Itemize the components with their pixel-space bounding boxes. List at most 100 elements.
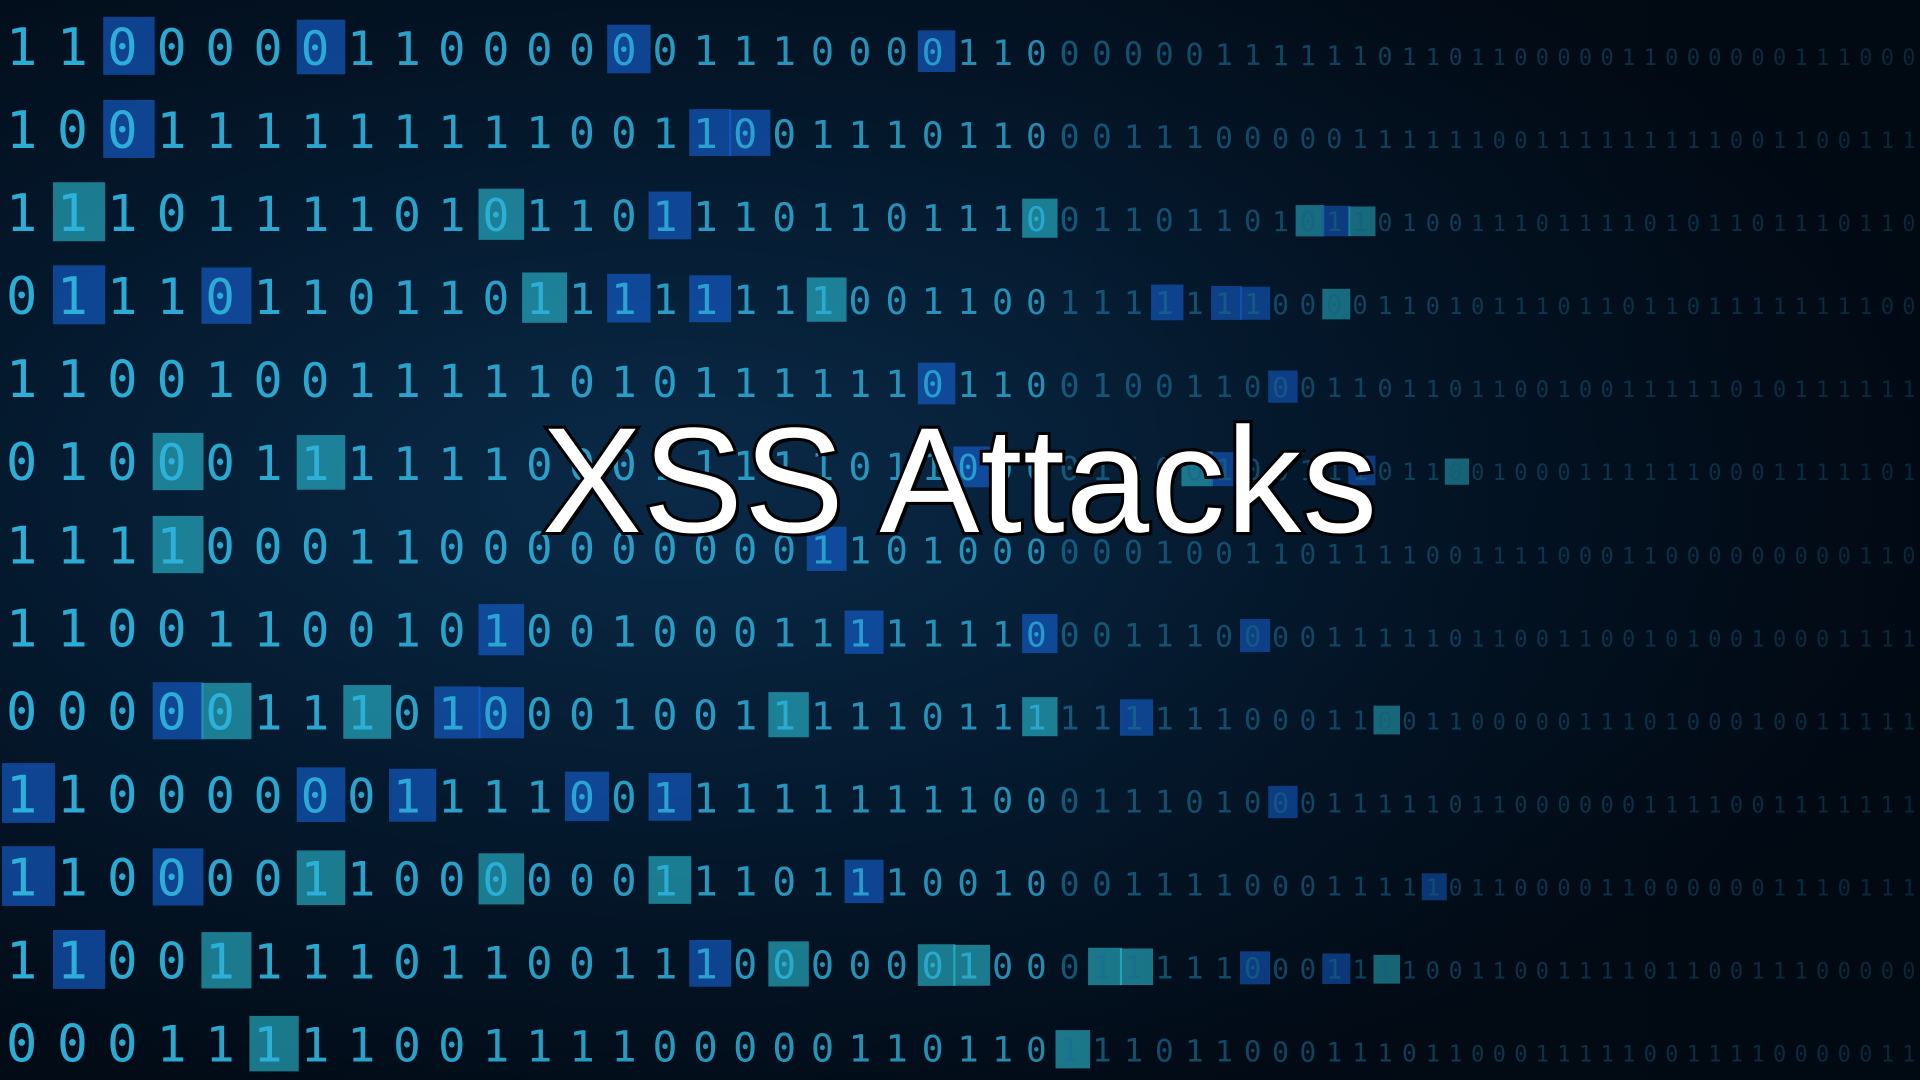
binary-digit: 0	[1730, 877, 1743, 902]
binary-digit: 0	[1600, 46, 1613, 71]
binary-digit: 1	[1026, 698, 1046, 738]
binary-digit: 1	[1326, 41, 1342, 72]
binary-digit: 0	[483, 856, 510, 907]
binary-digit: 0	[957, 864, 978, 905]
binary-digit: 1	[1402, 42, 1417, 71]
binary-digit: 1	[811, 196, 834, 241]
binary-digit: 1	[653, 275, 678, 324]
binary-digit: 1	[1751, 710, 1764, 735]
binary-digit: 1	[1902, 1043, 1915, 1068]
binary-digit: 1	[1751, 1043, 1764, 1068]
binary-digit: 0	[347, 272, 375, 326]
binary-digit: 1	[1665, 129, 1678, 154]
binary-digit: 0	[1644, 877, 1657, 902]
binary-digit: 1	[1600, 212, 1613, 237]
binary-digit: 1	[1730, 1043, 1743, 1068]
binary-digit: 0	[1449, 876, 1463, 902]
binary-digit: 1	[1060, 698, 1080, 737]
binary-digit: 0	[992, 948, 1013, 988]
binary-digit: 1	[1579, 627, 1592, 652]
binary-digit: 0	[611, 26, 636, 75]
binary-digit: 1	[1185, 952, 1203, 987]
binary-digit: 0	[1244, 121, 1261, 155]
binary-digit: 0	[1536, 212, 1549, 237]
binary-digit: 1	[849, 196, 872, 240]
binary-digit: 0	[1708, 46, 1721, 71]
binary-digit: 1	[1687, 129, 1700, 154]
binary-digit: 1	[1514, 212, 1527, 237]
binary-digit: 1	[526, 772, 552, 823]
binary-digit: 1	[1557, 627, 1570, 652]
binary-digit: 1	[733, 195, 757, 241]
binary-digit: 0	[205, 20, 235, 77]
binary-digit: 0	[1730, 793, 1743, 818]
binary-digit: 1	[1493, 960, 1506, 985]
binary-digit: 1	[483, 939, 510, 990]
binary-digit: 1	[922, 778, 944, 821]
binary-digit: 0	[1402, 1039, 1417, 1068]
binary-digit: 0	[1514, 960, 1527, 985]
binary-digit: 0	[992, 781, 1013, 821]
binary-digit: 0	[772, 861, 796, 906]
binary-digit: 0	[849, 944, 872, 988]
binary-digit: 1	[205, 601, 235, 658]
binary-digit: 1	[1600, 129, 1613, 154]
binary-digit: 1	[347, 1020, 375, 1074]
binary-digit: 1	[1426, 1040, 1440, 1068]
binary-digit: 0	[1471, 1043, 1484, 1068]
binary-digit: 0	[157, 766, 187, 824]
binary-digit: 1	[1622, 1043, 1635, 1068]
binary-digit: 1	[1378, 956, 1393, 985]
binary-digit: 1	[1708, 378, 1721, 403]
binary-digit: 1	[1155, 618, 1174, 654]
binary-digit: 0	[253, 852, 282, 908]
binary-digit: 0	[107, 765, 137, 824]
binary-digit: 1	[1902, 793, 1915, 818]
binary-digit: 1	[1155, 286, 1174, 322]
binary-digit: 1	[1352, 42, 1368, 72]
binary-digit: 0	[205, 851, 235, 908]
binary-digit: 0	[1493, 710, 1506, 735]
binary-digit: 0	[1644, 212, 1657, 237]
binary-digit: 0	[1402, 706, 1417, 735]
binary-digit: 1	[1092, 1032, 1112, 1070]
binary-digit: 0	[886, 31, 908, 74]
binary-digit: 1	[1378, 789, 1393, 818]
binary-digit: 0	[301, 22, 330, 77]
binary-digit: 0	[1300, 207, 1316, 238]
binary-digit: 1	[1426, 126, 1440, 154]
binary-digit: 1	[1155, 701, 1174, 737]
binary-digit: 0	[886, 197, 908, 240]
binary-digit: 0	[1426, 209, 1440, 237]
binary-digit: 1	[1687, 960, 1700, 985]
binary-digit: 0	[1449, 792, 1463, 818]
binary-digit: 0	[107, 599, 137, 658]
binary-digit: 0	[693, 608, 718, 656]
binary-digit: 1	[1402, 125, 1417, 154]
binary-digit: 1	[1902, 129, 1915, 154]
binary-digit: 1	[1402, 789, 1417, 818]
binary-digit: 0	[1493, 1043, 1506, 1068]
binary-digit: 1	[1471, 627, 1484, 652]
binary-digit: 1	[1773, 960, 1786, 985]
binary-digit: 0	[1902, 960, 1915, 985]
binary-digit: 0	[1092, 118, 1112, 156]
binary-digit: 1	[253, 1018, 282, 1074]
binary-digit: 1	[653, 940, 678, 989]
binary-digit: 0	[1060, 615, 1080, 654]
binary-digit: 0	[1881, 960, 1894, 985]
binary-digit: 1	[957, 282, 978, 323]
binary-digit: 1	[1859, 793, 1872, 818]
binary-digit: 1	[1092, 201, 1112, 239]
binary-digit: 1	[1708, 212, 1721, 237]
binary-digit: 1	[772, 611, 796, 656]
binary-digit: 0	[1557, 710, 1570, 735]
binary-digit: 1	[849, 861, 872, 905]
binary-digit: 0	[438, 604, 465, 657]
binary-digit: 1	[1687, 378, 1700, 403]
binary-digit: 1	[1215, 204, 1233, 238]
binary-digit: 0	[569, 26, 595, 76]
binary-digit: 1	[347, 189, 375, 243]
binary-digit: 0	[1026, 117, 1046, 157]
binary-digit: 0	[1730, 378, 1743, 403]
